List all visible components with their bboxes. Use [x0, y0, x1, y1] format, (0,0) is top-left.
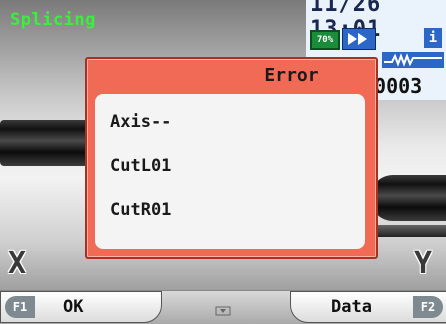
- f2-key-badge: F2: [413, 296, 443, 318]
- right-fiber-core-image: [370, 225, 446, 237]
- x-axis-label: X: [8, 246, 27, 281]
- error-message: CutL01: [110, 156, 172, 176]
- y-axis-label: Y: [414, 246, 433, 281]
- splicer-screen: Splicing 11/26 13:01 70% i 00003 Error A…: [0, 0, 446, 324]
- battery-percent: 70%: [316, 35, 334, 45]
- battery-icon: 70%: [310, 30, 340, 50]
- info-icon[interactable]: i: [424, 28, 442, 48]
- right-fiber-image: [370, 175, 446, 221]
- left-fiber-image: [0, 120, 88, 166]
- dialog-title: Error: [264, 65, 319, 86]
- error-message: CutR01: [110, 200, 172, 220]
- mode-status-text: Splicing: [10, 10, 96, 30]
- data-button-label: Data: [331, 297, 372, 317]
- f1-key-badge: F1: [5, 296, 35, 318]
- fast-forward-icon[interactable]: [342, 28, 376, 50]
- ok-button-label: OK: [63, 297, 84, 317]
- error-dialog: Error Axis-- CutL01 CutR01: [85, 57, 378, 259]
- error-message: Axis--: [110, 112, 172, 132]
- data-button[interactable]: Data F2: [290, 291, 446, 323]
- ok-button[interactable]: F1 OK: [0, 291, 162, 323]
- dialog-body: Axis-- CutL01 CutR01: [95, 94, 365, 249]
- chevron-down-icon[interactable]: [215, 306, 231, 316]
- waveform-icon: [382, 52, 444, 68]
